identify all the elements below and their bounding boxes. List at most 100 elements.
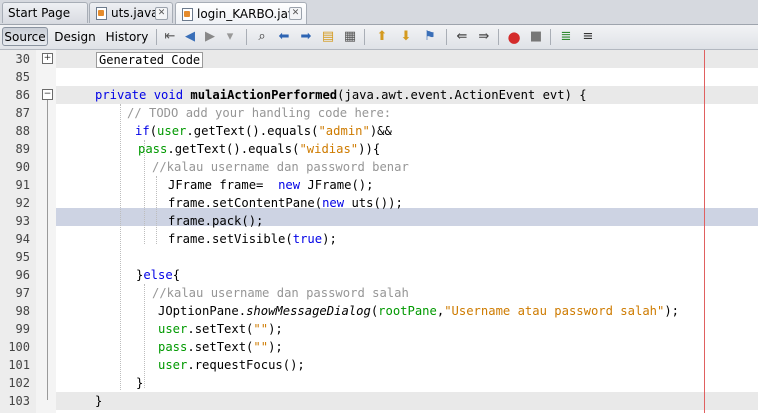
code-token: rootPane [378,304,437,318]
toggle-highlight-icon[interactable]: ▦ [342,29,358,45]
collapsed-generated-code[interactable]: Generated Code [96,52,204,68]
code-token: ( [149,124,158,138]
right-margin-line [704,50,705,413]
tab-label: login_KARBO.java [197,6,303,21]
code-line-87: // TODO add your handling code here: [127,106,392,120]
code-token: (java.awt.event.ActionEvent evt) { [337,88,587,102]
toolbar-separator [446,29,447,45]
forward-icon[interactable]: ▶ [202,29,218,45]
shift-right-icon[interactable]: ⇛ [476,29,492,45]
line-number: 85 [15,70,30,84]
find-next-icon[interactable]: ➡ [298,29,314,45]
stop-macro-recording-icon[interactable]: ■ [528,29,544,45]
tab-login-karbo-java[interactable]: login_KARBO.java ✕ [175,2,307,24]
code-token: )){ [358,142,381,156]
design-view-button[interactable]: Design [52,27,98,46]
code-token: new [278,178,301,192]
start-macro-recording-icon[interactable]: ● [506,29,522,45]
code-token: "Username atau password salah" [444,304,665,318]
code-token: showMessageDialog [246,304,371,318]
code-token: if [135,124,150,138]
comment-icon[interactable]: ≣ [558,29,574,45]
code-token: true [292,232,323,246]
code-token: user [157,124,187,138]
next-bookmark-icon[interactable]: ⬇ [398,29,414,45]
tab-label: uts.java [111,6,159,20]
uncomment-icon[interactable]: ≡ [580,29,596,45]
java-file-icon [95,6,107,20]
code-line-99: user.setText(""); [158,320,283,338]
tab-uts-java[interactable]: uts.java ✕ [89,2,173,23]
code-line-90: //kalau username dan password benar [152,160,409,174]
close-tab-icon[interactable]: ✕ [289,7,302,20]
find-icon[interactable]: ⌕ [254,29,270,45]
code-token: frame.setVisible( [168,232,293,246]
line-number: 98 [15,304,30,318]
code-token: uts()); [344,196,403,210]
line-number: 97 [15,286,30,300]
toolbar-separator [246,29,247,45]
find-previous-icon[interactable]: ⬅ [276,29,292,45]
toolbar-separator [550,29,551,45]
code-token: mulaiActionPerformed [190,88,338,102]
code-token: JFrame frame= [168,178,279,192]
code-token: user [158,322,188,336]
code-token: .getText().equals( [186,124,319,138]
line-number: 89 [15,142,30,156]
code-line-100: pass.setText(""); [158,338,283,356]
tab-label: Start Page [8,6,71,20]
code-line-94: frame.setVisible(true); [168,230,337,248]
source-view-button[interactable]: Source [2,27,48,46]
code-token: "" [253,340,269,354]
code-line-97: //kalau username dan password salah [152,286,409,300]
code-token: new [322,196,345,210]
code-token: JOptionPane. [158,304,247,318]
code-line-91: JFrame frame= new JFrame(); [168,176,373,194]
shift-left-icon[interactable]: ⇚ [454,29,470,45]
line-number: 92 [15,196,30,210]
code-token: ); [268,340,283,354]
line-number: 90 [15,160,30,174]
code-token: )&& [369,124,392,138]
code-line-88: if(user.getText().equals("admin")&& [135,122,392,140]
line-number: 96 [15,268,30,282]
java-file-icon [181,7,193,21]
code-token: .requestFocus(); [187,358,305,372]
tab-start-page[interactable]: Start Page [2,2,88,23]
code-line-102: } [136,376,144,390]
code-token: "widias" [299,142,359,156]
editor-tab-bar: Start Page uts.java ✕ login_KARBO.java ✕ [0,0,758,25]
code-line-103: } [95,394,103,408]
indent-guide [120,104,122,390]
code-token: "admin" [318,124,370,138]
last-edit-icon[interactable]: ⇤ [162,29,178,45]
back-icon[interactable]: ◀ [182,29,198,45]
toolbar-separator [364,29,365,45]
previous-bookmark-icon[interactable]: ⬆ [374,29,390,45]
toggle-bookmark-icon[interactable]: ⚑ [422,29,438,45]
code-token: user [158,358,188,372]
fold-guide-line [47,100,48,400]
line-number: 101 [8,358,30,372]
close-tab-icon[interactable]: ✕ [155,7,168,20]
indent-guide [156,176,158,244]
code-token: else [143,268,173,282]
code-token: ); [268,322,283,336]
code-token: "" [253,322,269,336]
code-token: pass [138,142,168,156]
collapse-fold-icon[interactable]: − [42,89,53,100]
history-view-button[interactable]: History [103,27,151,46]
line-number: 100 [8,340,30,354]
find-selection-icon[interactable]: ▤ [320,29,336,45]
line-number: 93 [15,214,30,228]
code-token: frame.setContentPane( [168,196,323,210]
code-line-86: private void mulaiActionPerformed(java.a… [95,86,587,104]
expand-fold-icon[interactable]: + [42,53,53,64]
line-number: 102 [8,376,30,390]
code-line-98: JOptionPane.showMessageDialog(rootPane,"… [158,302,679,320]
dropdown-arrow-icon[interactable]: ▾ [222,29,238,45]
code-token: pass [158,340,188,354]
indent-guide [144,284,146,388]
code-line-93: frame.pack(); [168,214,264,228]
code-token: .setText( [187,340,254,354]
